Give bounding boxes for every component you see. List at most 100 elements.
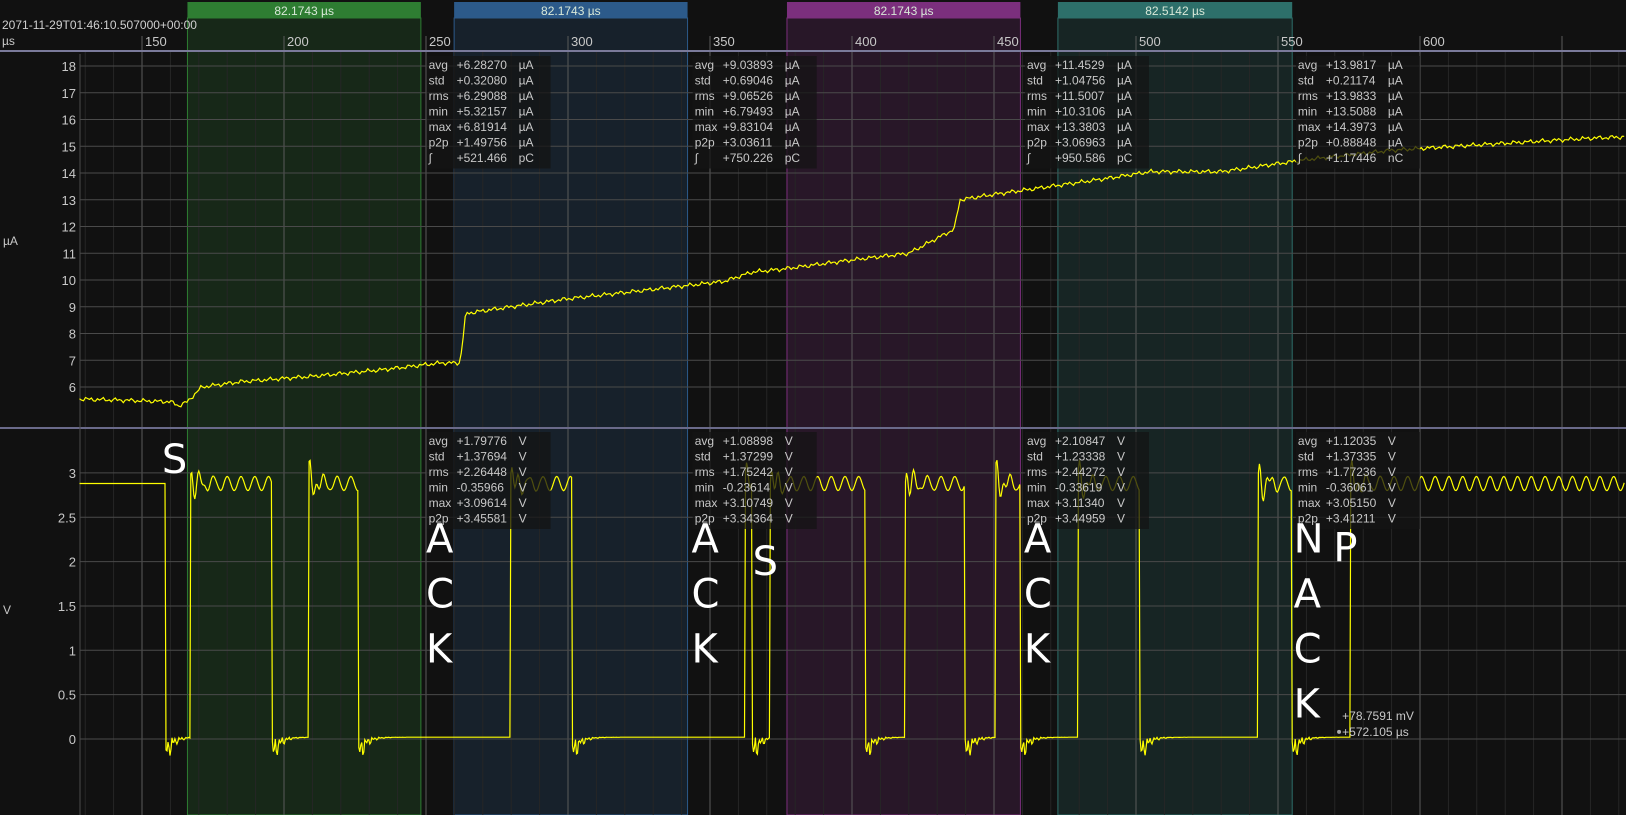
current-stat-value: +5.32157: [457, 105, 508, 119]
current-stat-value: +6.29088: [457, 89, 508, 103]
current-stat-value: +0.21174: [1326, 74, 1376, 88]
voltage-stat-value: +1.37299: [723, 450, 774, 464]
x-tick-label: 250: [429, 34, 451, 49]
current-stat-name: ∫: [1297, 151, 1302, 165]
protocol-annotation: K: [426, 627, 454, 673]
current-stat-unit: µA: [1388, 105, 1403, 119]
current-stat-unit: µA: [1388, 136, 1403, 150]
x-tick-label: 300: [571, 34, 593, 49]
voltage-stat-value: +1.37694: [457, 450, 508, 464]
current-stat-name: std: [429, 74, 445, 88]
voltage-stat-name: rms: [1298, 465, 1318, 479]
voltage-stat-name: min: [1298, 481, 1317, 495]
current-stat-name: max: [429, 120, 452, 134]
voltage-stat-name: avg: [695, 434, 714, 448]
current-stat-value: +0.32080: [457, 74, 508, 88]
voltage-stat-unit: V: [1388, 481, 1396, 495]
current-stat-name: ∫: [428, 151, 433, 165]
current-y-tick: 13: [62, 193, 76, 208]
protocol-annotation: C: [1294, 627, 1322, 673]
current-y-tick: 9: [69, 300, 76, 315]
protocol-annotation: C: [692, 572, 720, 618]
voltage-stat-value: +3.34364: [723, 512, 774, 526]
current-stat-name: std: [1298, 74, 1314, 88]
current-stat-unit: µA: [1117, 89, 1132, 103]
current-stat-unit: µA: [1388, 89, 1403, 103]
current-y-tick: 16: [62, 113, 76, 128]
cursor-band-0[interactable]: [186, 17, 422, 815]
voltage-stat-value: -0.36061: [1326, 481, 1374, 495]
current-stat-unit: µA: [519, 120, 534, 134]
voltage-stat-unit: V: [519, 434, 527, 448]
current-stat-name: ∫: [1026, 151, 1031, 165]
voltage-stat-unit: V: [1388, 496, 1396, 510]
voltage-stat-unit: V: [519, 512, 527, 526]
voltage-stat-name: std: [1298, 450, 1314, 464]
voltage-stat-value: +1.23338: [1055, 450, 1106, 464]
voltage-stat-unit: V: [1117, 450, 1125, 464]
voltage-stat-unit: V: [785, 465, 793, 479]
current-stat-name: max: [1298, 120, 1321, 134]
voltage-stat-name: max: [429, 496, 452, 510]
voltage-stat-name: avg: [1298, 434, 1317, 448]
voltage-stat-value: +2.10847: [1055, 434, 1106, 448]
current-stat-value: +1.17446: [1326, 151, 1377, 165]
voltage-stat-value: +1.75242: [723, 465, 774, 479]
current-y-tick: 14: [62, 166, 76, 181]
voltage-stat-name: max: [1027, 496, 1050, 510]
cursor-point[interactable]: [1337, 729, 1342, 734]
current-stat-value: +3.03611: [723, 136, 773, 150]
protocol-annotation: A: [426, 517, 454, 563]
voltage-stat-name: min: [429, 481, 448, 495]
voltage-stat-unit: V: [785, 512, 793, 526]
current-stat-name: avg: [1027, 58, 1046, 72]
voltage-stat-unit: V: [1117, 481, 1125, 495]
current-y-tick: 7: [69, 353, 76, 368]
voltage-stat-unit: V: [785, 496, 793, 510]
current-stat-value: +9.03893: [723, 58, 774, 72]
x-tick-label: 600: [1423, 34, 1445, 49]
voltage-axis-unit: V: [3, 603, 12, 617]
scope-canvas[interactable]: 82.1743 µs 82.1743 µs 82.1743 µs 82.5142 µs…: [0, 0, 1626, 815]
cursor-band-2[interactable]: [786, 17, 1021, 815]
protocol-annotation: A: [1024, 517, 1052, 563]
voltage-stat-unit: V: [1117, 434, 1125, 448]
voltage-y-tick: 2.5: [58, 510, 76, 525]
voltage-stat-unit: V: [1388, 465, 1396, 479]
protocol-annotation: K: [1024, 627, 1052, 673]
current-stat-unit: nC: [1388, 151, 1404, 165]
cursor-duration-label: 82.1743 µs: [274, 4, 334, 18]
x-tick-label: 200: [287, 34, 309, 49]
x-axis-unit: µs: [2, 34, 15, 48]
current-y-tick: 11: [63, 246, 77, 261]
cursor-readout-time: +572.105 µs: [1342, 725, 1409, 739]
protocol-annotation: K: [1294, 682, 1322, 728]
voltage-stat-unit: V: [1388, 434, 1396, 448]
current-stat-value: +9.83104: [723, 120, 774, 134]
protocol-annotation: P: [1333, 526, 1357, 572]
current-stat-value: +950.586: [1055, 151, 1106, 165]
current-stat-unit: µA: [1117, 105, 1132, 119]
current-stat-value: +6.79493: [723, 105, 774, 119]
current-stat-value: +750.226: [723, 151, 774, 165]
x-tick-label: 150: [145, 34, 167, 49]
voltage-stat-value: +3.45581: [457, 512, 508, 526]
current-stat-unit: µA: [1388, 58, 1403, 72]
current-stat-value: +13.9817: [1326, 58, 1377, 72]
current-stat-name: p2p: [695, 136, 715, 150]
voltage-stat-name: std: [429, 450, 445, 464]
current-stat-unit: µA: [1117, 136, 1132, 150]
voltage-stat-value: +2.44272: [1055, 465, 1106, 479]
voltage-y-tick: 0.5: [58, 688, 76, 703]
voltage-stat-value: +3.09614: [457, 496, 508, 510]
x-tick-label: 550: [1281, 34, 1303, 49]
voltage-y-tick: 3: [69, 466, 76, 481]
voltage-stat-value: +2.26448: [457, 465, 508, 479]
voltage-stat-name: max: [695, 496, 718, 510]
current-stat-name: std: [695, 74, 711, 88]
current-stat-name: min: [1027, 105, 1046, 119]
current-stat-value: +1.49756: [457, 136, 508, 150]
current-stat-name: max: [695, 120, 718, 134]
voltage-stat-unit: V: [1388, 450, 1396, 464]
cursor-duration-label: 82.1743 µs: [874, 4, 934, 18]
